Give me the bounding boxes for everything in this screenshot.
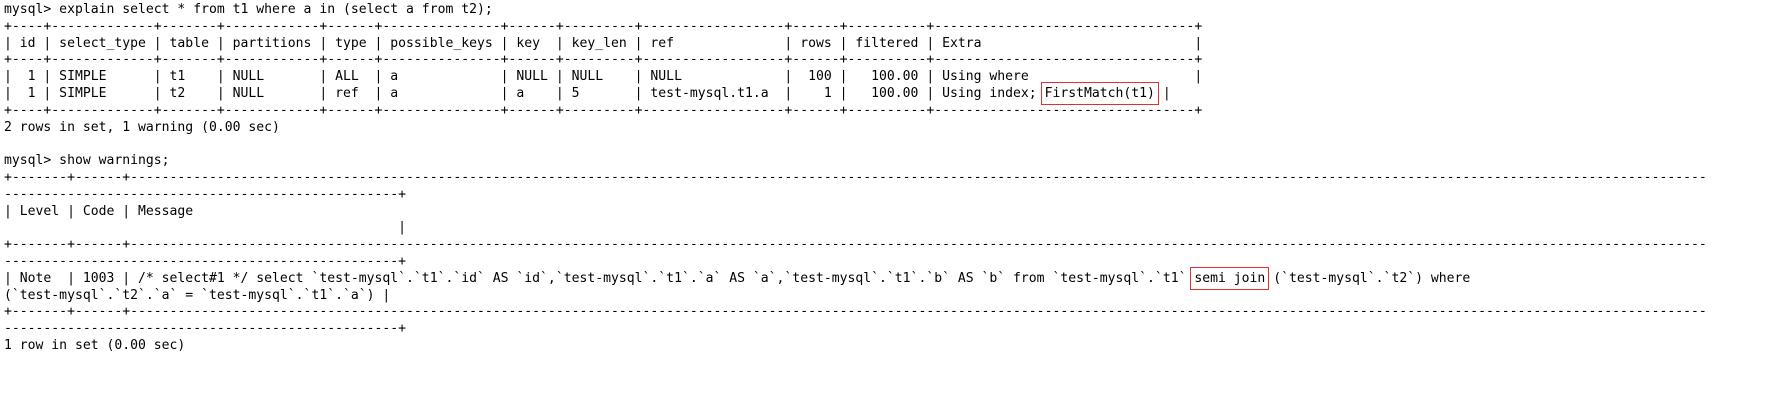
row-text: | 1 | SIMPLE | t2 | NULL | ref | a | a |… [4, 85, 1045, 101]
warnings-border-header: +-------+------+------------------------… [4, 237, 1707, 253]
explain-table-header: | id | select_type | table | partitions … [4, 35, 1203, 51]
warnings-border-bottom: +-------+------+------------------------… [4, 304, 1707, 320]
explain-table-row: | 1 | SIMPLE | t2 | NULL | ref | a | a |… [4, 81, 1767, 105]
warnings-header: | Level | Code | Message [4, 203, 194, 219]
warning-text: | Note | 1003 | /* select#1 */ select `t… [4, 270, 1195, 286]
warnings-header-cont: | [4, 220, 407, 236]
table-border-bottom: +----+-------------+-------+------------… [4, 102, 1203, 118]
explain-result-summary: 2 rows in set, 1 warning (0.00 sec) [4, 119, 280, 135]
table-border-header: +----+-------------+-------+------------… [4, 52, 1203, 68]
warnings-result-summary: 1 row in set (0.00 sec) [4, 337, 186, 353]
warnings-row: | Note | 1003 | /* select#1 */ select `t… [4, 266, 1767, 290]
terminal-output[interactable]: mysql> explain select * from t1 where a … [4, 2, 1767, 398]
table-border-top: +----+-------------+-------+------------… [4, 18, 1203, 34]
warnings-command: mysql> show warnings; [4, 153, 170, 169]
warnings-border-top-cont: ----------------------------------------… [4, 186, 407, 202]
firstmatch-highlight: FirstMatch(t1) [1040, 81, 1159, 105]
explain-command: mysql> explain select * from t1 where a … [4, 2, 493, 17]
warnings-border-bottom-cont: ----------------------------------------… [4, 321, 407, 337]
semi-join-highlight: semi join [1190, 266, 1270, 290]
warning-text-end: (`test-mysql`.`t2`) where [1265, 270, 1471, 286]
warnings-border-top: +-------+------+------------------------… [4, 169, 1707, 185]
explain-table-row: | 1 | SIMPLE | t1 | NULL | ALL | a | NUL… [4, 69, 1203, 85]
warnings-border-header-cont: ----------------------------------------… [4, 253, 407, 269]
warnings-row-cont: (`test-mysql`.`t2`.`a` = `test-mysql`.`t… [4, 287, 391, 303]
row-end: | [1154, 85, 1171, 101]
